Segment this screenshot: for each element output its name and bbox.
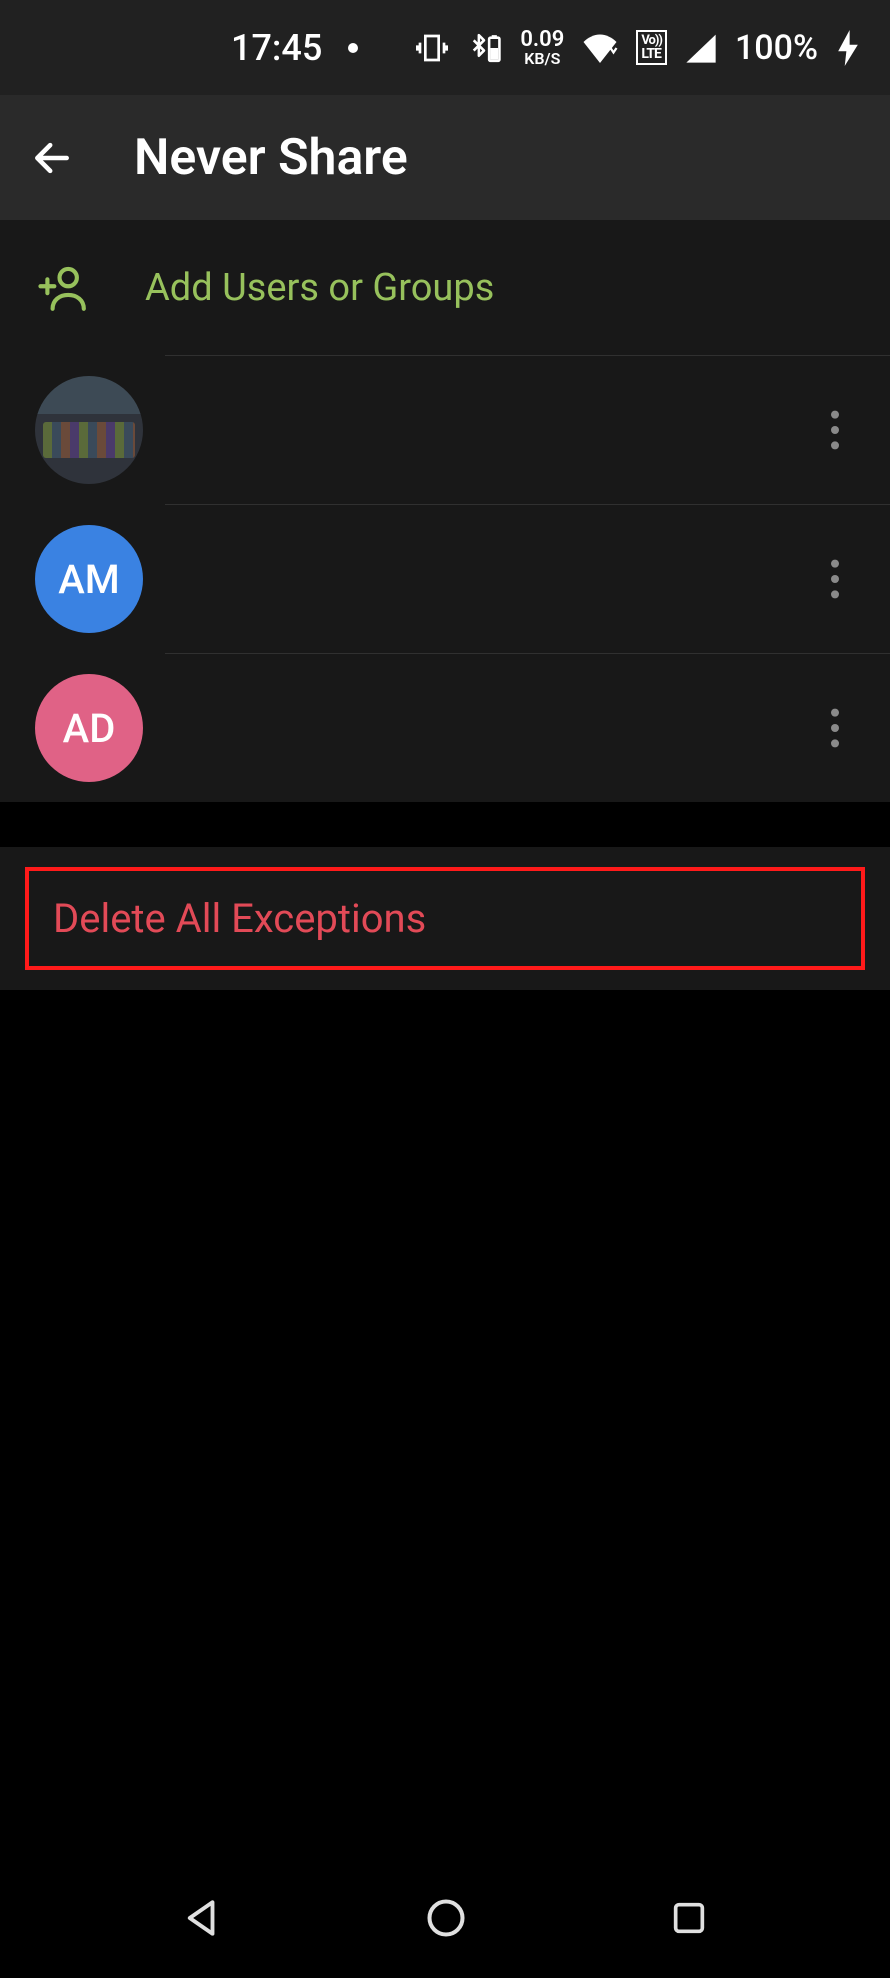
add-person-icon	[35, 264, 90, 312]
add-users-button[interactable]: Add Users or Groups	[0, 220, 890, 355]
avatar: AM	[35, 525, 143, 633]
add-users-label: Add Users or Groups	[145, 266, 494, 310]
charging-bolt-icon	[836, 30, 860, 66]
user-list-item[interactable]: AD	[0, 654, 890, 802]
battery-percentage: 100%	[735, 28, 818, 68]
page-title: Never Share	[134, 129, 408, 187]
app-bar: Never Share	[0, 95, 890, 220]
more-options-button[interactable]	[805, 549, 865, 609]
delete-section: Delete All Exceptions	[0, 847, 890, 990]
delete-all-label: Delete All Exceptions	[53, 895, 426, 942]
wifi-icon	[582, 33, 618, 63]
avatar: AD	[35, 674, 143, 782]
content-area: Add Users or Groups AM AD	[0, 220, 890, 802]
avatar	[35, 376, 143, 484]
status-dot-icon	[348, 43, 358, 53]
user-list-item[interactable]	[0, 356, 890, 504]
section-gap	[0, 802, 890, 847]
delete-all-exceptions-button[interactable]: Delete All Exceptions	[25, 867, 865, 970]
back-button[interactable]	[30, 136, 74, 180]
user-list-item[interactable]: AM	[0, 505, 890, 653]
more-options-button[interactable]	[805, 400, 865, 460]
status-time: 17:45	[231, 27, 322, 69]
nav-home-button[interactable]	[424, 1896, 468, 1940]
signal-icon	[685, 33, 717, 63]
volte-icon: Vo)) LTE	[636, 30, 667, 65]
more-options-button[interactable]	[805, 698, 865, 758]
nav-back-button[interactable]	[181, 1897, 223, 1939]
navigation-bar	[0, 1858, 890, 1978]
bluetooth-battery-icon	[466, 31, 502, 65]
nav-recents-button[interactable]	[669, 1898, 709, 1938]
vibrate-icon	[416, 32, 448, 64]
network-speed-indicator: 0.09 KB/S	[520, 29, 564, 67]
status-bar: 17:45 0.09 KB/S Vo)) LTE 100%	[0, 0, 890, 95]
